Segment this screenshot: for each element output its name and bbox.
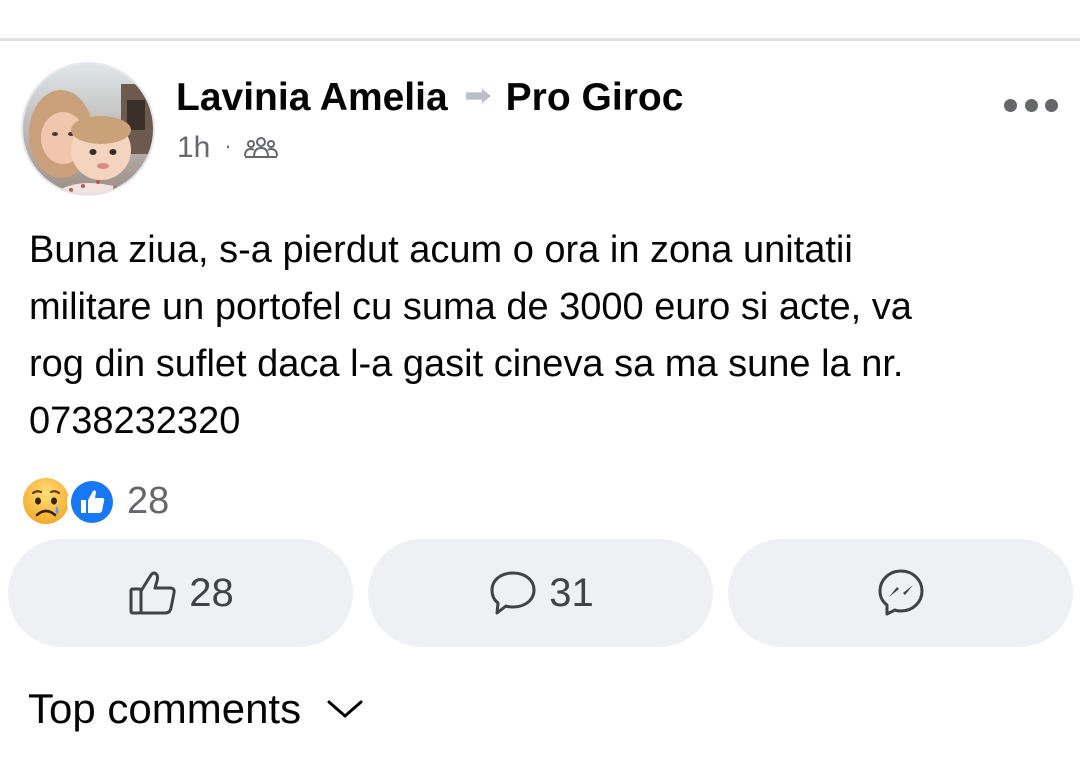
group-name[interactable]: Pro Giroc xyxy=(506,76,684,120)
messenger-icon xyxy=(878,569,923,616)
like-button[interactable]: 28 xyxy=(8,539,353,647)
top-divider xyxy=(0,38,1080,41)
like-emoji xyxy=(67,477,117,527)
avatar-image xyxy=(23,64,153,194)
post-text-line: militare un portofel cu suma de 3000 eur… xyxy=(29,286,912,328)
group-icon[interactable] xyxy=(243,135,278,161)
top-comments-label: Top comments xyxy=(28,685,302,732)
send-messenger-button[interactable] xyxy=(728,539,1073,647)
post-text-line: rog din suflet daca l-a gasit cineva sa … xyxy=(29,343,904,385)
meta-separator: · xyxy=(224,133,232,158)
post-text-line: 0738232320 xyxy=(29,400,241,442)
thumbs-up-icon xyxy=(129,571,176,615)
reaction-icons xyxy=(21,476,119,527)
like-count: 28 xyxy=(189,570,234,615)
post-meta: 1h · xyxy=(177,128,278,168)
post-time[interactable]: 1h xyxy=(177,131,210,165)
more-dot xyxy=(1024,98,1038,112)
avatar[interactable] xyxy=(23,64,153,194)
chevron-down-icon xyxy=(327,700,363,718)
right-arrow-icon xyxy=(465,88,491,104)
comment-count: 31 xyxy=(549,570,594,615)
post-body: Buna ziua, s-a pierdut acum o ora in zon… xyxy=(29,222,1059,450)
comment-button[interactable]: 31 xyxy=(368,539,713,647)
post-header: Lavinia Amelia Pro Giroc xyxy=(176,74,683,122)
more-options-icon[interactable] xyxy=(1004,94,1058,116)
top-comments-filter[interactable]: Top comments xyxy=(28,683,365,735)
reaction-count: 28 xyxy=(127,479,170,522)
reactions-summary[interactable]: 28 xyxy=(21,476,170,527)
post-text-line: Buna ziua, s-a pierdut acum o ora in zon… xyxy=(29,229,853,271)
more-dot xyxy=(1045,98,1058,112)
comment-bubble-icon xyxy=(490,571,536,615)
more-dot xyxy=(1004,98,1017,112)
author-name[interactable]: Lavinia Amelia xyxy=(176,76,448,120)
sad-emoji xyxy=(23,478,69,524)
